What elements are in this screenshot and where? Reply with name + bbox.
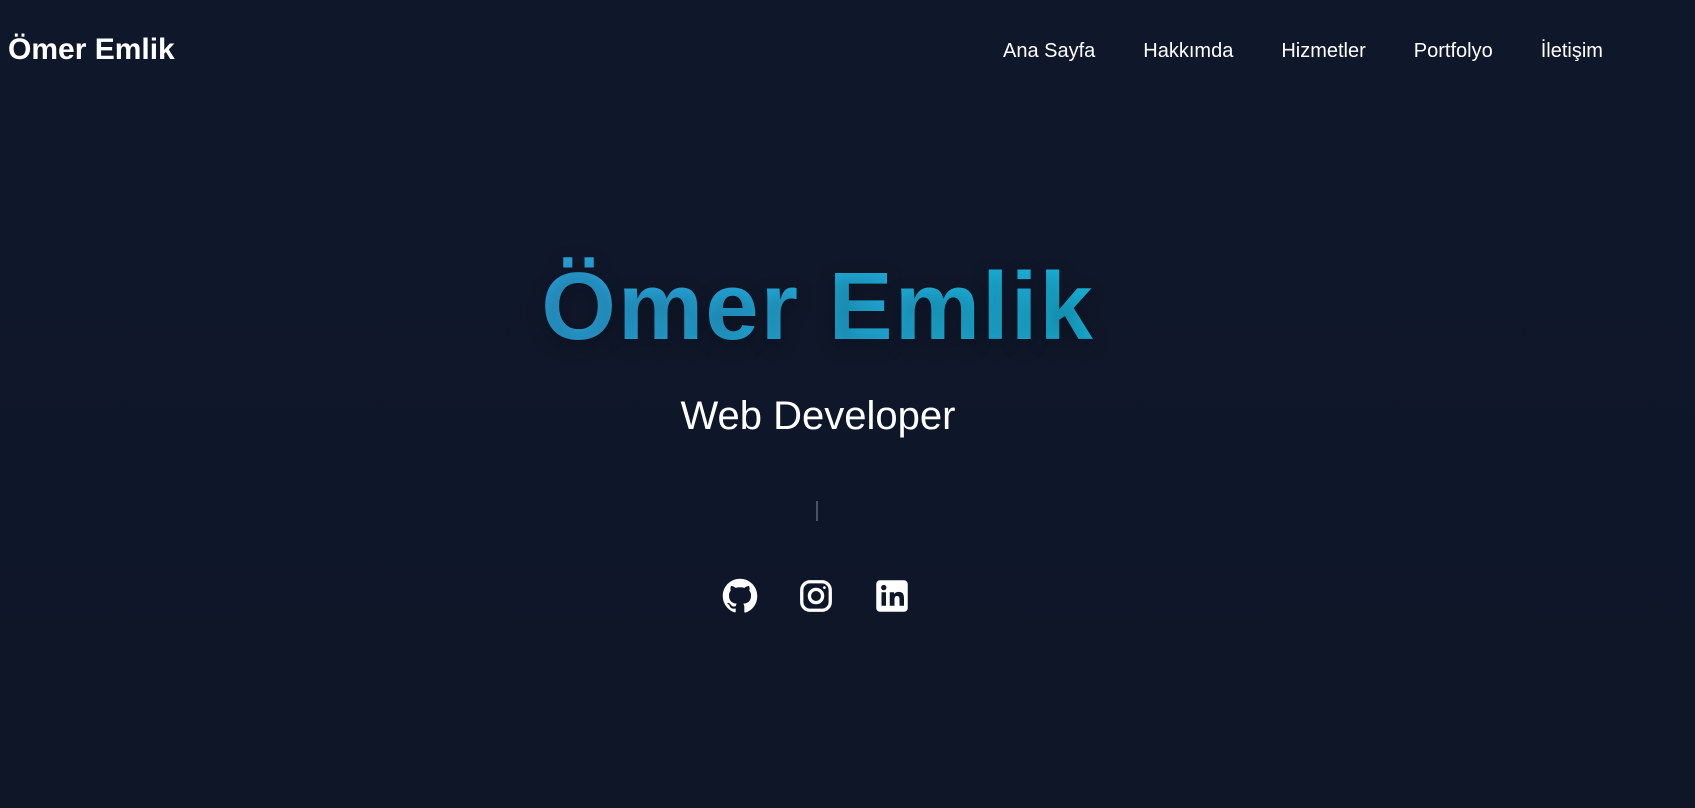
brand-logo[interactable]: Ömer Emlik (8, 33, 175, 67)
nav-item-ana-sayfa: Ana Sayfa (1003, 40, 1143, 63)
typing-cursor (816, 501, 818, 521)
social-links (722, 578, 910, 614)
nav-link-hizmetler[interactable]: Hizmetler (1281, 40, 1365, 63)
nav-item-hizmetler: Hizmetler (1281, 40, 1413, 63)
github-icon (722, 578, 758, 613)
nav-link-portfolyo[interactable]: Portfolyo (1414, 40, 1493, 63)
nav-item-iletisim: İletişim (1541, 40, 1651, 63)
hero-section: Ömer Emlik Web Developer (0, 102, 1695, 808)
hero-subtitle: Web Developer (680, 394, 956, 438)
nav-item-hakkimda: Hakkımda (1143, 40, 1281, 63)
github-link[interactable] (722, 578, 758, 614)
navbar: Ömer Emlik Ana Sayfa Hakkımda Hizmetler … (0, 0, 1695, 102)
nav-links: Ana Sayfa Hakkımda Hizmetler Portfolyo İ… (1003, 40, 1651, 63)
linkedin-link[interactable] (874, 578, 910, 614)
hero-title: Ömer Emlik (0, 254, 1636, 360)
nav-link-iletisim[interactable]: İletişim (1541, 40, 1603, 63)
nav-link-ana-sayfa[interactable]: Ana Sayfa (1003, 40, 1095, 63)
nav-item-portfolyo: Portfolyo (1414, 40, 1541, 63)
instagram-icon (800, 580, 832, 612)
linkedin-icon (876, 580, 908, 612)
nav-link-hakkimda[interactable]: Hakkımda (1143, 40, 1233, 63)
instagram-link[interactable] (798, 578, 834, 614)
